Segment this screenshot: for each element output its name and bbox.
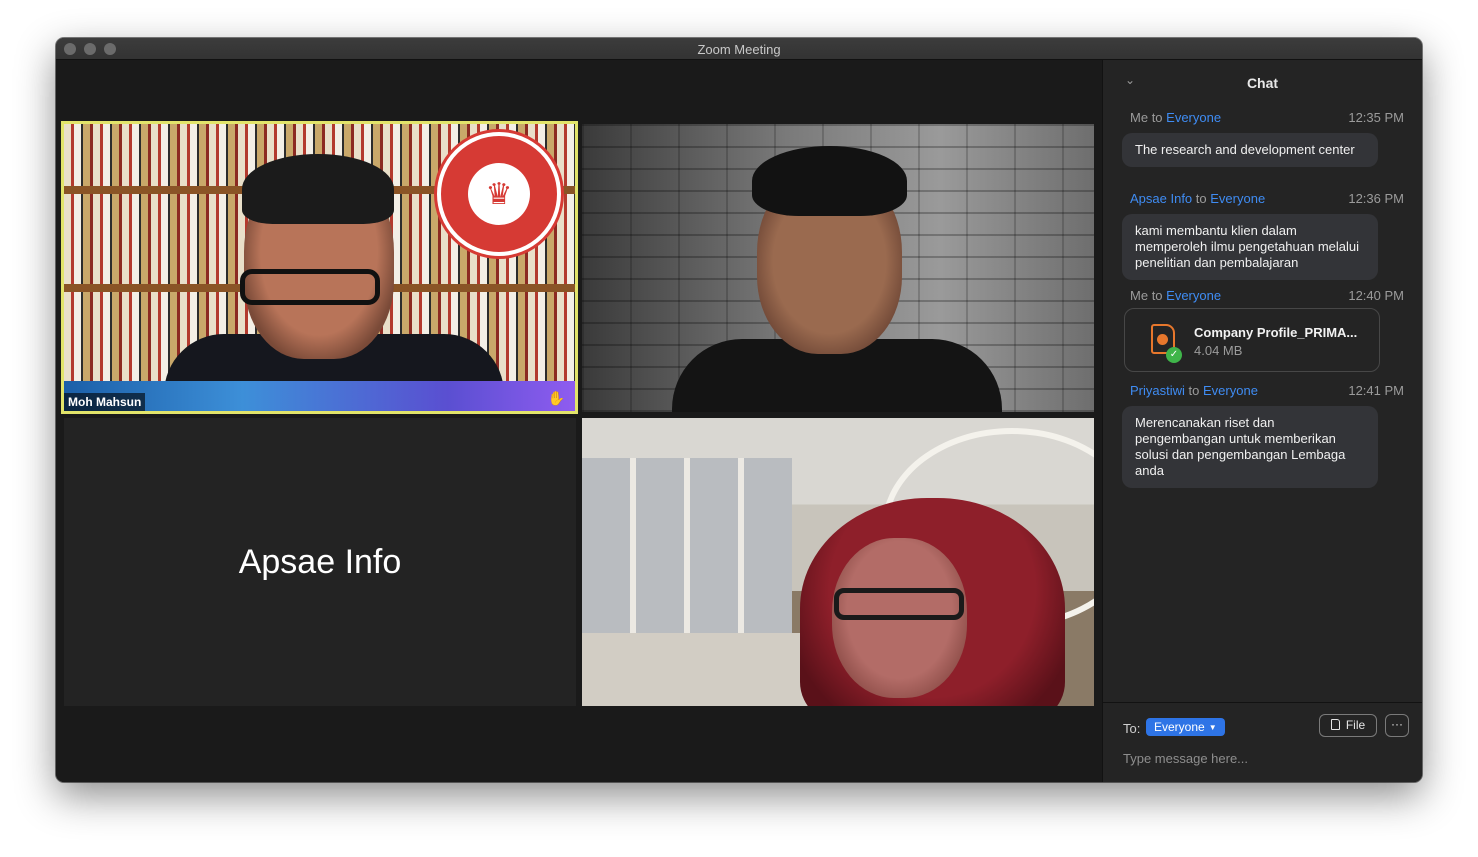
office-window: [582, 458, 792, 658]
message-sender[interactable]: Apsae Info: [1130, 191, 1192, 206]
message-bubble: kami membantu klien dalam memperoleh ilm…: [1122, 214, 1378, 280]
participant-hair: [752, 146, 907, 216]
message-time: 12:41 PM: [1348, 383, 1404, 398]
message-sender: Me: [1130, 110, 1149, 125]
window-title: Zoom Meeting: [697, 42, 781, 57]
message-bubble: The research and development center: [1122, 133, 1378, 167]
message-to-word: to: [1151, 288, 1163, 303]
video-gallery: ♛ ✋ Moh Mahsun Apsae Info: [56, 60, 1102, 782]
video-tile-apsae-info[interactable]: Apsae Info: [64, 418, 576, 706]
video-feed: [582, 124, 1094, 412]
message-bubble: Merencanakan riset dan pengembangan untu…: [1122, 406, 1378, 488]
message-recipient[interactable]: Everyone: [1166, 288, 1221, 303]
virtual-background-logo: ♛: [437, 132, 561, 256]
zoom-window: Zoom Meeting ♛ ✋ Moh Mahsun Apsae Info ⌄…: [56, 38, 1422, 782]
message-to-word: to: [1151, 110, 1163, 125]
message-sender[interactable]: Priyastiwi: [1130, 383, 1185, 398]
message-to-word: to: [1195, 191, 1207, 206]
glasses: [834, 588, 964, 620]
message-recipient[interactable]: Everyone: [1166, 110, 1221, 125]
video-tile-participant-4[interactable]: [582, 418, 1094, 706]
hand-icon: ✋: [547, 390, 565, 406]
chat-header: ⌄ Chat: [1103, 60, 1422, 104]
file-size: 4.04 MB: [1194, 343, 1243, 358]
check-icon: ✓: [1166, 347, 1182, 363]
office-table: [582, 633, 812, 706]
video-tile-participant-2[interactable]: [582, 124, 1094, 412]
message-recipient[interactable]: Everyone: [1203, 383, 1258, 398]
message-sender: Me: [1130, 288, 1149, 303]
message-meta: Priyastiwi to Everyone 12:41 PM: [1130, 383, 1404, 398]
message-input[interactable]: [1123, 747, 1403, 769]
message-time: 12:40 PM: [1348, 288, 1404, 303]
chat-panel: ⌄ Chat Me to Everyone 12:35 PM The resea…: [1102, 60, 1422, 782]
participant-hair: [242, 154, 394, 224]
message-meta: Me to Everyone 12:40 PM: [1130, 288, 1404, 303]
to-label: To:: [1123, 721, 1141, 736]
recipient-select[interactable]: Everyone ▼: [1146, 718, 1225, 736]
recipient-select-value: Everyone: [1154, 720, 1205, 734]
participant-name-placeholder: Apsae Info: [238, 542, 402, 581]
glasses: [240, 269, 380, 305]
video-tile-moh-mahsun[interactable]: ♛ ✋ Moh Mahsun: [61, 121, 578, 414]
video-feed: [582, 418, 1094, 706]
file-doc-icon: [1330, 719, 1340, 730]
chat-title: Chat: [1246, 75, 1279, 91]
file-button[interactable]: File: [1319, 714, 1377, 737]
title-bar: Zoom Meeting: [56, 38, 1422, 60]
message-meta: Me to Everyone 12:35 PM: [1130, 110, 1404, 125]
message-to-word: to: [1188, 383, 1200, 398]
message-recipient[interactable]: Everyone: [1210, 191, 1265, 206]
message-time: 12:35 PM: [1348, 110, 1404, 125]
video-feed: ♛ ✋: [64, 124, 575, 411]
book-icon: ♛: [468, 163, 530, 225]
chat-footer: To: Everyone ▼ File ···: [1103, 702, 1422, 782]
file-button-label: File: [1345, 718, 1366, 732]
file-name: Company Profile_PRIMA...: [1194, 325, 1358, 340]
message-meta: Apsae Info to Everyone 12:36 PM: [1130, 191, 1404, 206]
file-attachment[interactable]: ✓ Company Profile_PRIMA... 4.04 MB: [1124, 308, 1380, 372]
participant-name-label: Moh Mahsun: [64, 393, 146, 411]
message-time: 12:36 PM: [1348, 191, 1404, 206]
more-button[interactable]: ···: [1385, 714, 1409, 737]
caret-down-icon: ▼: [1208, 723, 1217, 732]
